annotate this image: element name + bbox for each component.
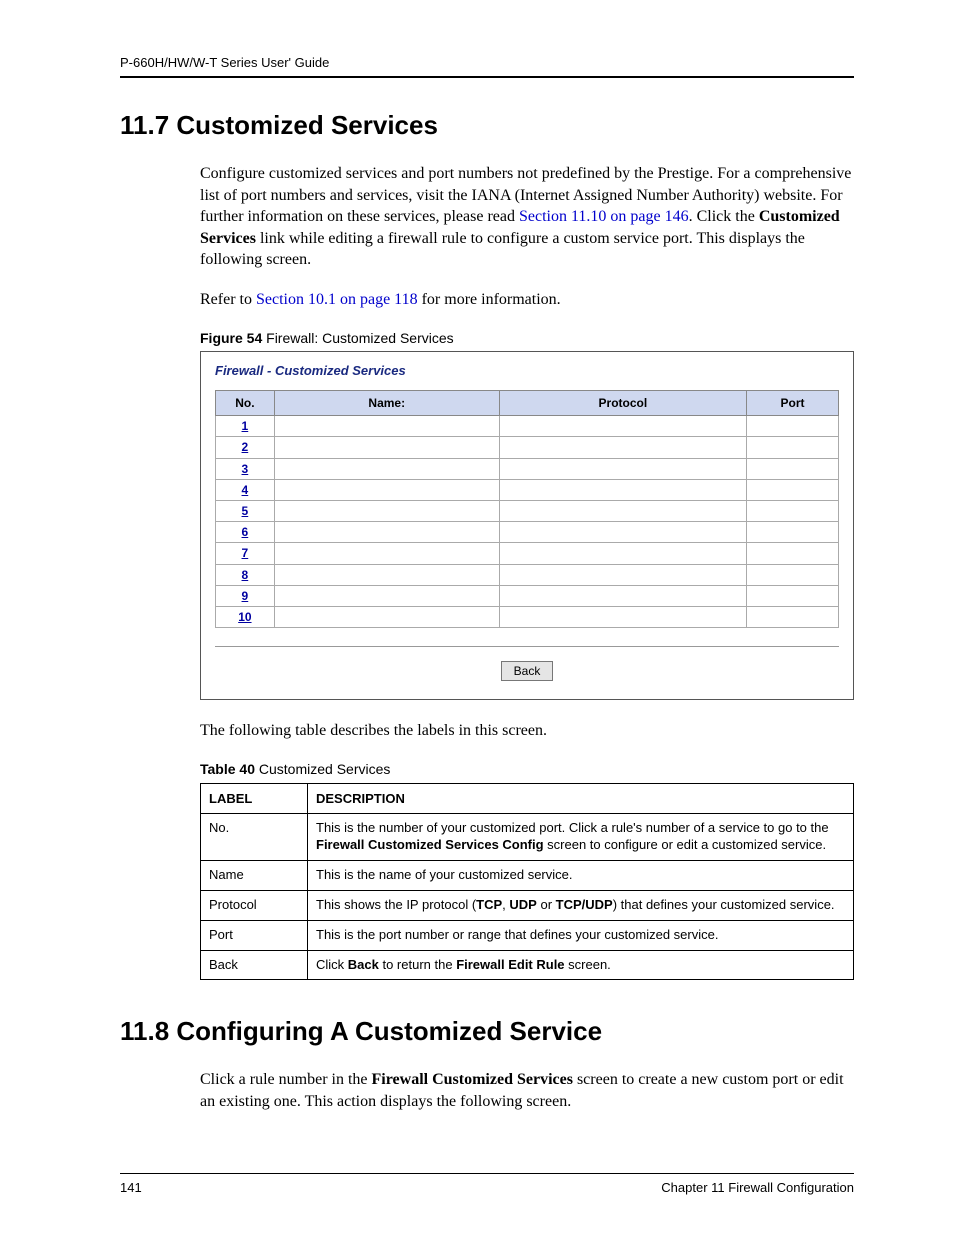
text: ) that defines your customized service. [613,897,835,912]
row-link-2[interactable]: 2 [242,440,249,454]
section1-para1: Configure customized services and port n… [200,163,854,271]
table40-caption: Table 40 Customized Services [200,760,854,779]
row-link-7[interactable]: 7 [242,546,249,560]
desc-row-no: No. This is the number of your customize… [201,814,854,861]
desc-row-name: Name This is the name of your customized… [201,860,854,890]
figure-caption: Figure 54 Firewall: Customized Services [200,329,854,348]
desc-row-back: Back Click Back to return the Firewall E… [201,950,854,980]
section1-para2: Refer to Section 10.1 on page 118 for mo… [200,289,854,311]
row-link-6[interactable]: 6 [242,525,249,539]
after-figure-text: The following table describes the labels… [200,720,854,742]
table-row: 4 [216,479,839,500]
header-protocol: Protocol [499,391,746,416]
desc-row-protocol: Protocol This shows the IP protocol (TCP… [201,890,854,920]
text: for more information. [418,291,561,308]
table-row: 1 [216,416,839,437]
table-row: 5 [216,500,839,521]
text: Refer to [200,291,256,308]
desc-label: Port [201,920,308,950]
section2-para1: Click a rule number in the Firewall Cust… [200,1069,854,1112]
text: This shows the IP protocol ( [316,897,476,912]
bold: TCP [476,897,502,912]
doc-title: P-660H/HW/W-T Series User' Guide [120,55,329,70]
text: Click [316,957,348,972]
text: to return the [379,957,456,972]
section-heading-11-7: 11.7 Customized Services [120,110,854,141]
link-section-11-10[interactable]: Section 11.10 on page 146 [519,208,689,225]
link-section-10-1[interactable]: Section 10.1 on page 118 [256,291,418,308]
row-link-4[interactable]: 4 [242,483,249,497]
table-row: 3 [216,458,839,479]
table-row: 2 [216,437,839,458]
text: or [537,897,556,912]
table40-caption-rest: Customized Services [255,761,390,777]
row-link-10[interactable]: 10 [238,610,251,624]
header-port: Port [746,391,838,416]
desc-text: This is the number of your customized po… [308,814,854,861]
section-heading-11-8: 11.8 Configuring A Customized Service [120,1016,854,1047]
desc-text: This is the name of your customized serv… [308,860,854,890]
figure-caption-bold: Figure 54 [200,330,262,346]
desc-label: Protocol [201,890,308,920]
desc-label: Back [201,950,308,980]
table40-caption-bold: Table 40 [200,761,255,777]
table-40: LABEL DESCRIPTION No. This is the number… [200,783,854,981]
page-footer: 141 Chapter 11 Firewall Configuration [120,1173,854,1195]
table-row: 7 [216,543,839,564]
back-button[interactable]: Back [501,661,554,681]
desc-label: Name [201,860,308,890]
page-number: 141 [120,1180,142,1195]
divider [215,646,839,647]
text: link while editing a firewall rule to co… [200,230,805,269]
bold: UDP [509,897,536,912]
row-link-8[interactable]: 8 [242,568,249,582]
desc-text: This shows the IP protocol (TCP, UDP or … [308,890,854,920]
text: screen. [565,957,611,972]
header-no: No. [216,391,275,416]
bold-firewall-customized-services: Firewall Customized Services [372,1071,573,1088]
desc-text: This is the port number or range that de… [308,920,854,950]
bold: Firewall Customized Services Config [316,837,544,852]
desc-text: Click Back to return the Firewall Edit R… [308,950,854,980]
desc-row-port: Port This is the port number or range th… [201,920,854,950]
table-row: 6 [216,522,839,543]
row-link-5[interactable]: 5 [242,504,249,518]
table-row: 8 [216,564,839,585]
bold: Firewall Edit Rule [456,957,564,972]
page-header: P-660H/HW/W-T Series User' Guide [120,55,854,78]
text: screen to configure or edit a customized… [544,837,827,852]
bold: TCP/UDP [556,897,613,912]
table-row: 10 [216,606,839,627]
text: . [689,208,697,225]
figure-caption-rest: Firewall: Customized Services [262,330,453,346]
desc-head-label: LABEL [201,783,308,814]
desc-head-desc: DESCRIPTION [308,783,854,814]
row-link-1[interactable]: 1 [242,419,249,433]
header-name: Name: [274,391,499,416]
chapter-label: Chapter 11 Firewall Configuration [661,1180,854,1195]
text: Click the [697,208,759,225]
desc-label: No. [201,814,308,861]
row-link-9[interactable]: 9 [242,589,249,603]
text: Click a rule number in the [200,1071,372,1088]
bold: Back [348,957,379,972]
figure-title: Firewall - Customized Services [215,362,839,380]
text: This is the number of your customized po… [316,820,829,835]
table-row: 9 [216,585,839,606]
services-table: No. Name: Protocol Port 1 2 3 4 5 6 7 8 … [215,390,839,628]
figure-54-box: Firewall - Customized Services No. Name:… [200,351,854,700]
row-link-3[interactable]: 3 [242,462,249,476]
